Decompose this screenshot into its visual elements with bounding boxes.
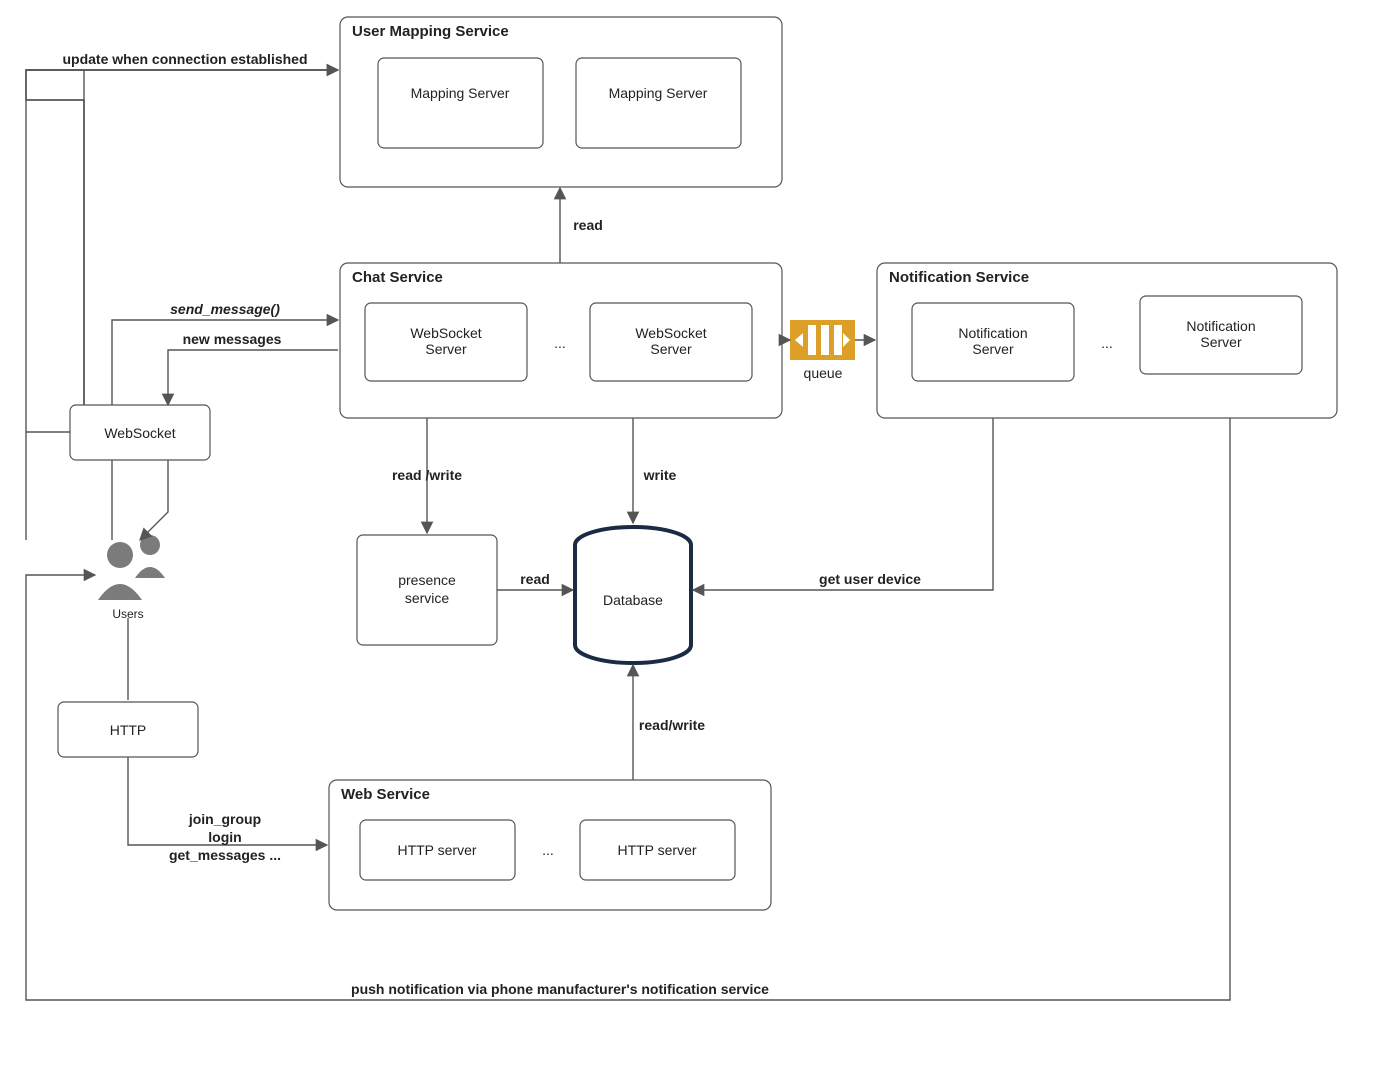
svg-text:Database: Database (603, 592, 663, 608)
chat-service: Chat Service WebSocketServer ... WebSock… (340, 263, 782, 418)
mapping-server-1 (378, 58, 543, 148)
edge-update-conn (26, 70, 338, 405)
svg-text:HTTP server: HTTP server (397, 842, 476, 858)
svg-text:read/write: read/write (639, 717, 705, 733)
svg-text:update when connection establi: update when connection established (62, 51, 307, 67)
edge-ws-to-users (140, 460, 168, 540)
users-icon (98, 535, 165, 600)
web-title: Web Service (341, 786, 430, 803)
svg-text:push notification via phone ma: push notification via phone manufacturer… (351, 981, 769, 997)
svg-text:Mapping Server: Mapping Server (609, 85, 708, 101)
svg-text:send_message(): send_message() (170, 301, 280, 317)
database-icon: Database (575, 527, 691, 663)
svg-text:HTTP: HTTP (110, 722, 147, 738)
user-mapping-service: User Mapping Service Mapping Server Mapp… (340, 17, 782, 187)
svg-text:join_group: join_group (188, 811, 261, 827)
svg-text:login: login (208, 829, 241, 845)
svg-text:HTTP server: HTTP server (617, 842, 696, 858)
svg-text:get user device: get user device (819, 571, 921, 587)
svg-text:...: ... (554, 335, 566, 351)
svg-text:WebSocket: WebSocket (104, 425, 175, 441)
edge-new-messages (168, 350, 338, 405)
svg-text:read /write: read /write (392, 467, 462, 483)
mapping-server-2 (576, 58, 741, 148)
edge-push-notification (26, 418, 1230, 1000)
notification-service: Notification Service NotificationServer … (877, 263, 1337, 418)
svg-text:...: ... (542, 842, 554, 858)
queue-icon: queue (790, 320, 855, 381)
notif-title: Notification Service (889, 269, 1029, 286)
svg-text:write: write (643, 467, 677, 483)
edge-get-user-device (693, 418, 993, 590)
svg-text:...: ... (1101, 335, 1113, 351)
svg-text:new messages: new messages (183, 331, 282, 347)
svg-text:Mapping Server: Mapping Server (411, 85, 510, 101)
svg-text:read: read (520, 571, 550, 587)
queue-label: queue (804, 365, 843, 381)
svg-text:read: read (573, 217, 603, 233)
chat-title: Chat Service (352, 269, 443, 286)
user-mapping-title: User Mapping Service (352, 23, 509, 40)
svg-text:get_messages ...: get_messages ... (169, 847, 281, 863)
web-service: Web Service HTTP server ... HTTP server (329, 780, 771, 910)
